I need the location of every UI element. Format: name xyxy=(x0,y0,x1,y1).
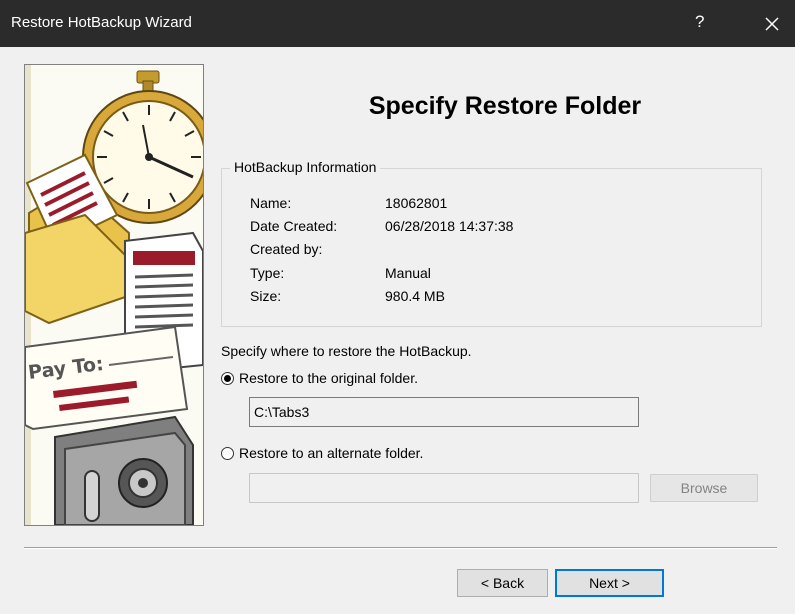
wizard-illustration: Pay To: xyxy=(24,64,204,526)
date-created-value: 06/28/2018 14:37:38 xyxy=(385,218,514,234)
safe-icon xyxy=(54,415,194,525)
group-legend: HotBackup Information xyxy=(230,159,381,175)
restore-alternate-label[interactable]: Restore to an alternate folder. xyxy=(239,445,423,461)
restore-prompt: Specify where to restore the HotBackup. xyxy=(221,343,472,359)
created-by-label: Created by: xyxy=(250,241,323,257)
restore-original-option[interactable]: Restore to the original folder. xyxy=(221,370,418,386)
window-title: Restore HotBackup Wizard xyxy=(11,14,192,31)
restore-original-label[interactable]: Restore to the original folder. xyxy=(239,370,418,386)
restore-alternate-radio[interactable] xyxy=(221,446,234,460)
wizard-window: Restore HotBackup Wizard ? Pay To: Speci… xyxy=(0,0,795,614)
date-created-label: Date Created: xyxy=(250,218,338,234)
type-value: Manual xyxy=(385,265,431,281)
restore-alternate-option[interactable]: Restore to an alternate folder. xyxy=(221,445,423,461)
back-button[interactable]: < Back xyxy=(457,569,548,597)
help-icon[interactable]: ? xyxy=(695,12,704,32)
footer-separator xyxy=(24,547,777,549)
size-label: Size: xyxy=(250,288,282,304)
browse-button[interactable]: Browse xyxy=(650,474,758,502)
restore-original-radio[interactable] xyxy=(221,371,234,385)
name-value: 18062801 xyxy=(385,195,448,211)
alternate-folder-field[interactable] xyxy=(249,473,639,503)
original-folder-field[interactable] xyxy=(249,397,639,427)
size-value: 980.4 MB xyxy=(385,288,445,304)
page-title: Specify Restore Folder xyxy=(368,92,642,120)
hotbackup-info-group: HotBackup Information Name: 18062801 Dat… xyxy=(221,159,762,327)
next-button[interactable]: Next > xyxy=(555,569,664,597)
name-label: Name: xyxy=(250,195,292,211)
type-label: Type: xyxy=(250,265,285,281)
title-bar: Restore HotBackup Wizard ? xyxy=(0,0,795,47)
close-icon[interactable] xyxy=(756,9,788,39)
